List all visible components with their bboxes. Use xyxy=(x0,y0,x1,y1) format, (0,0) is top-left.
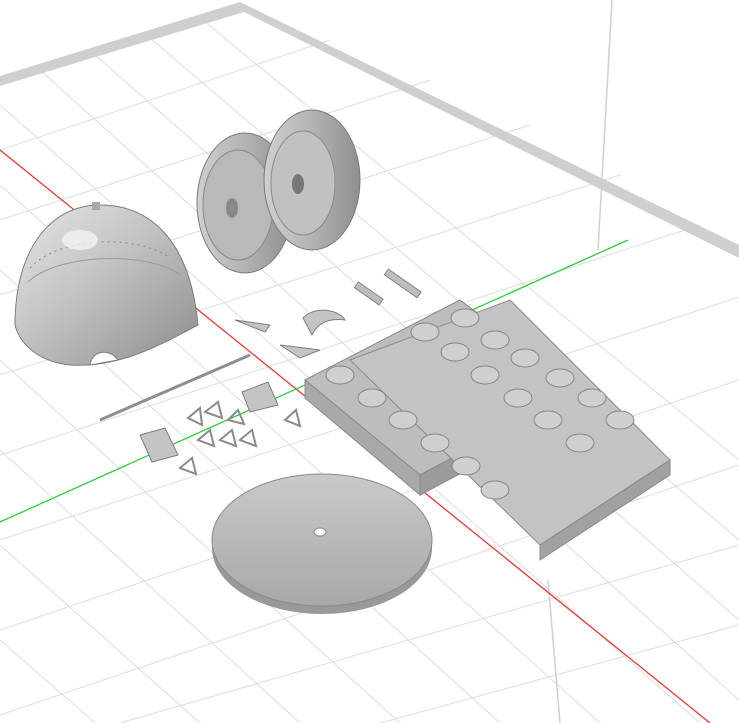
z-axis-line xyxy=(597,0,613,251)
dual-wheels[interactable] xyxy=(196,109,361,274)
circular-display-base[interactable] xyxy=(211,473,433,614)
3d-viewport[interactable] xyxy=(0,0,739,723)
propeller-spinner[interactable] xyxy=(14,202,199,366)
z-axis-line-2 xyxy=(547,579,561,723)
scene-canvas[interactable] xyxy=(0,0,739,723)
